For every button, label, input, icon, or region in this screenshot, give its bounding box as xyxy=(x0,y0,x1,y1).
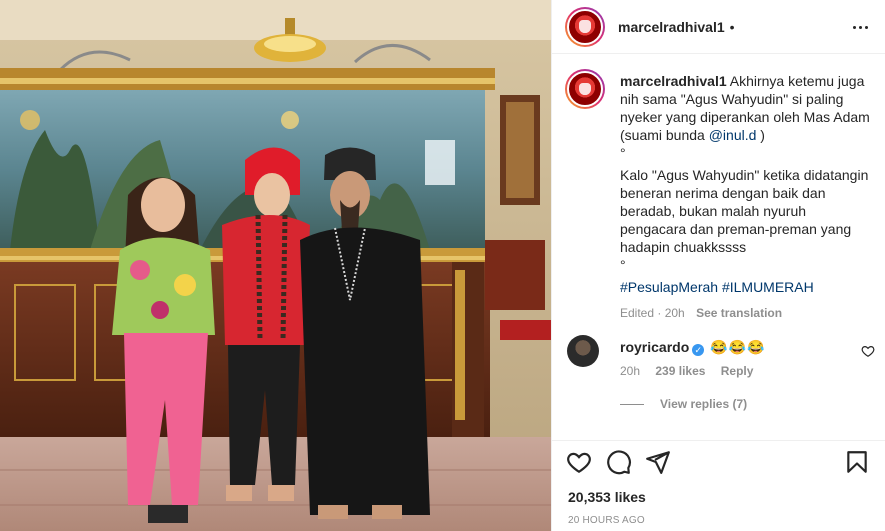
comment-meta: 20h 239 likes Reply xyxy=(620,364,765,378)
caption-text: marcelradhival1 Akhirnya ketemu juga nih… xyxy=(620,72,870,322)
comment-icon[interactable] xyxy=(606,449,632,475)
comment-like-heart-icon[interactable] xyxy=(861,344,875,358)
view-replies-label: View replies (7) xyxy=(660,397,748,411)
commenter-avatar[interactable] xyxy=(567,335,599,367)
view-replies-button[interactable]: View replies (7) xyxy=(620,397,747,411)
caption-meta: Edited · 20h See translation xyxy=(620,304,870,322)
caption-username[interactable]: marcelradhival1 xyxy=(620,73,727,89)
likes-count[interactable]: 20,353 likes xyxy=(568,489,646,505)
replies-line xyxy=(620,403,644,405)
reply-button[interactable]: Reply xyxy=(721,364,754,378)
post-timestamp: 20 HOURS AGO xyxy=(568,515,645,526)
comment-body: royricardo ✓ 😂😂😂 xyxy=(620,338,850,356)
caption-line-1-end: ) xyxy=(756,127,765,143)
caption-line-2: Kalo "Agus Wahyudin" ketika didatangin b… xyxy=(620,167,873,255)
hashtag-links[interactable]: #PesulapMerah #ILMUMERAH xyxy=(620,279,814,295)
avatar-image xyxy=(567,8,603,45)
heart-icon[interactable] xyxy=(566,449,592,475)
avatar-image xyxy=(567,71,603,107)
follow-dot: • xyxy=(729,18,735,35)
comment-time: 20h xyxy=(620,364,641,378)
comment-likes[interactable]: 239 likes xyxy=(655,364,705,378)
edited-label: Edited · 20h xyxy=(620,306,685,320)
post-side-panel: marcelradhival1 • marcelradhival1 Akhirn… xyxy=(551,0,885,531)
action-bar xyxy=(552,440,885,480)
instagram-post: marcelradhival1 • marcelradhival1 Akhirn… xyxy=(0,0,885,531)
author-username[interactable]: marcelradhival1 xyxy=(618,19,725,35)
caption-avatar[interactable] xyxy=(565,69,605,109)
post-photo[interactable] xyxy=(0,0,551,531)
mention-link[interactable]: @inul.d xyxy=(709,127,757,143)
caption-separator-2: ° xyxy=(620,257,626,273)
post-header: marcelradhival1 • xyxy=(552,0,885,54)
author-avatar[interactable] xyxy=(565,6,605,47)
comment-item: royricardo ✓ 😂😂😂 20h 239 likes Reply xyxy=(565,335,875,395)
caption-separator-1: ° xyxy=(620,145,626,161)
more-options-icon[interactable] xyxy=(850,17,870,37)
comments-section[interactable]: marcelradhival1 Akhirnya ketemu juga nih… xyxy=(552,55,885,440)
see-translation-button[interactable]: See translation xyxy=(696,306,782,320)
verified-badge-icon: ✓ xyxy=(692,344,705,356)
commenter-username[interactable]: royricardo xyxy=(620,339,689,355)
share-icon[interactable] xyxy=(645,449,671,475)
comment-text: 😂😂😂 xyxy=(710,339,766,355)
bookmark-icon[interactable] xyxy=(844,449,870,475)
photo-illustration xyxy=(0,0,551,531)
